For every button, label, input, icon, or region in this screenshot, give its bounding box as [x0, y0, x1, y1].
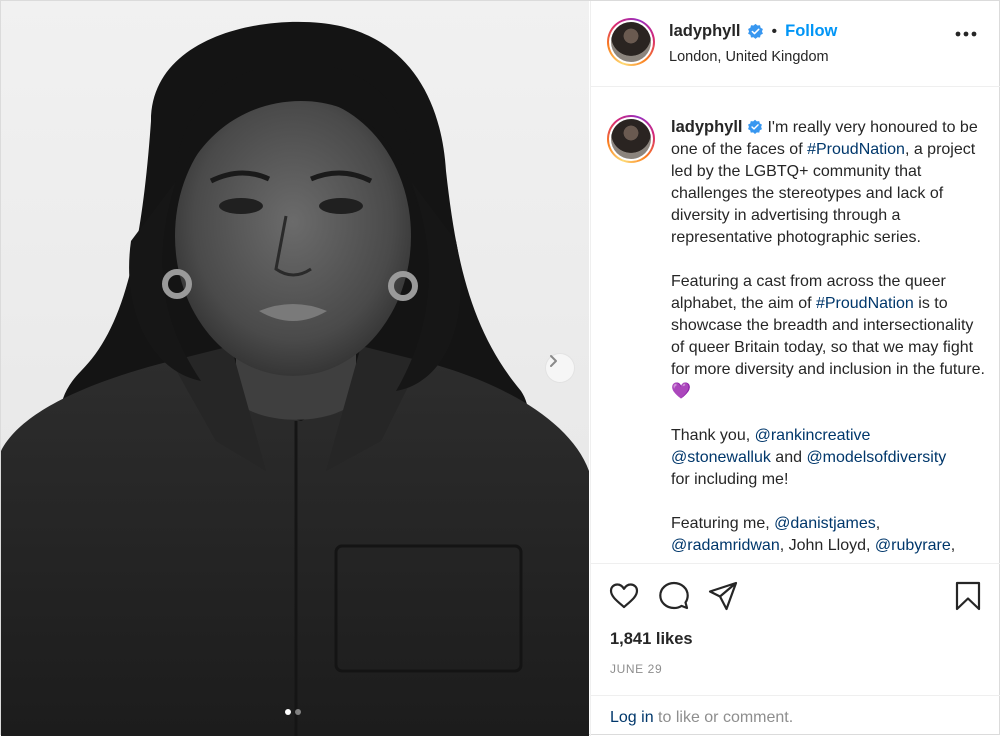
caption-paragraph: Featuring a cast from across the queer a… [671, 271, 985, 403]
avatar[interactable] [607, 18, 655, 66]
caption-paragraph: Thank you, @rankincreative @stonewalluk … [671, 425, 985, 491]
hashtag-link[interactable]: #ProudNation [816, 295, 914, 312]
post-photo[interactable] [1, 1, 589, 736]
caption-text-4c: , John Lloyd, [779, 537, 875, 554]
chevron-right-icon [550, 355, 557, 367]
caption-text-4a: Featuring me, [671, 515, 775, 532]
caption-text: ladyphyll I'm really very honoured to be… [671, 116, 985, 563]
more-options-icon[interactable] [955, 31, 977, 37]
verified-badge-icon [748, 119, 762, 134]
login-prompt: Log in to like or comment. [591, 695, 1000, 736]
caption-text-3c: for including me! [671, 471, 789, 488]
bookmark-icon[interactable] [952, 580, 984, 612]
heart-icon[interactable] [608, 580, 640, 612]
likes-count[interactable]: 1,841 likes [610, 630, 693, 649]
caption-text-4d: , [950, 537, 956, 554]
caption-text-3a: Thank you, [671, 427, 755, 444]
separator-dot: • [771, 22, 778, 40]
mention-link[interactable]: @danistjames [774, 515, 876, 532]
post-date[interactable]: JUNE 29 [610, 662, 662, 676]
location-link[interactable]: London, United Kingdom [669, 49, 829, 65]
login-link[interactable]: Log in [610, 709, 654, 726]
caption-avatar[interactable] [607, 115, 655, 163]
action-bar [591, 563, 1000, 627]
mention-link[interactable]: @stonewalluk [671, 449, 771, 466]
post-side-panel: ladyphyll • Follow London, United Kingdo… [590, 1, 1000, 736]
hashtag-link[interactable]: #ProudNation [807, 141, 905, 158]
mention-link[interactable]: @radamridwan [671, 537, 780, 554]
post-header: ladyphyll • Follow London, United Kingdo… [591, 1, 1000, 87]
follow-button[interactable]: Follow [785, 22, 837, 41]
instagram-post: ladyphyll • Follow London, United Kingdo… [0, 0, 1000, 736]
caption-text-4b: , [875, 515, 881, 532]
caption-username[interactable]: ladyphyll [671, 118, 743, 136]
share-icon[interactable] [707, 580, 739, 612]
caption-paragraph: ladyphyll I'm really very honoured to be… [671, 116, 985, 249]
carousel-indicator [285, 709, 301, 715]
next-image-button[interactable] [545, 353, 575, 383]
verified-badge-icon [747, 23, 763, 39]
login-prompt-text: to like or comment. [653, 709, 794, 726]
caption-section: ladyphyll I'm really very honoured to be… [591, 88, 1000, 563]
purple-heart-emoji: 💜 [671, 383, 691, 400]
caption-paragraph: Featuring me, @danistjames, @radamridwan… [671, 513, 985, 557]
mention-link[interactable]: @rankincreative [755, 427, 871, 444]
portrait-image [1, 21, 589, 736]
comment-icon[interactable] [658, 580, 690, 612]
mention-link[interactable]: @modelsofdiversity [806, 449, 946, 466]
header-username[interactable]: ladyphyll [669, 22, 741, 41]
mention-link[interactable]: @rubyrare [875, 537, 951, 554]
carousel-dot [295, 709, 301, 715]
carousel-dot-active [285, 709, 291, 715]
caption-text-3b: and [770, 449, 807, 466]
